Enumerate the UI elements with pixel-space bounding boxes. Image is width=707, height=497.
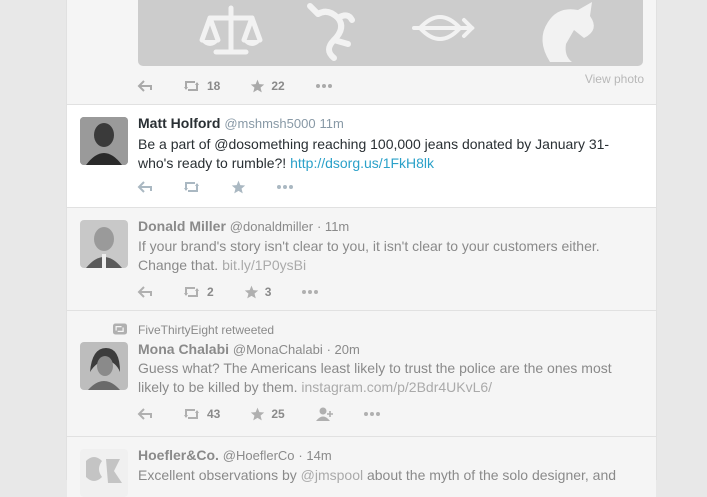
tweet-header: Hoefler&Co. @HoeflerCo · 14m <box>138 447 332 463</box>
retweet-action[interactable]: 18 <box>183 79 220 93</box>
retweet-action[interactable]: 43 <box>183 407 220 421</box>
author-name[interactable]: Mona Chalabi <box>138 341 229 357</box>
retweet-icon <box>184 81 199 91</box>
favorite-action[interactable] <box>231 180 246 194</box>
more-action[interactable] <box>363 411 381 417</box>
retweeted-by[interactable]: FiveThirtyEight retweeted <box>138 323 274 337</box>
retweet-action[interactable]: 2 <box>183 285 214 299</box>
reply-icon <box>137 408 152 420</box>
tweet-mona-chalabi[interactable]: FiveThirtyEight retweeted Mona Chalabi @… <box>67 311 656 437</box>
tweet-photo[interactable] <box>138 0 643 66</box>
more-action[interactable] <box>315 83 333 89</box>
retweet-count: 2 <box>207 285 214 299</box>
tweet-body-end: about the myth of the solo designer, and <box>363 467 617 483</box>
retweet-icon <box>184 409 199 419</box>
reply-action[interactable] <box>137 285 153 299</box>
photo-tweet-actions: 18 22 <box>137 76 363 96</box>
favorite-action[interactable]: 22 <box>250 79 285 93</box>
retweet-icon <box>184 182 199 192</box>
star-icon <box>244 285 258 299</box>
capricorn-icon <box>542 2 594 62</box>
favorite-count: 25 <box>271 407 285 421</box>
tweet-body: If your brand's story isn't clear to you… <box>138 238 600 273</box>
tweet-time[interactable]: · 11m <box>317 219 349 234</box>
tweet-link[interactable]: http://dsorg.us/1FkH8lk <box>290 155 434 171</box>
more-action[interactable] <box>276 184 294 190</box>
tweet-actions: 2 3 <box>137 282 349 302</box>
reply-icon <box>137 286 152 298</box>
author-name[interactable]: Donald Miller <box>138 218 226 234</box>
retweet-count: 18 <box>207 79 221 93</box>
tweet-link[interactable]: instagram.com/p/2Bdr4UKvL6/ <box>301 379 492 395</box>
tweet-actions: 43 25 <box>137 404 411 424</box>
author-name[interactable]: Matt Holford <box>138 115 220 131</box>
author-handle[interactable]: @donaldmiller <box>230 219 313 234</box>
tweet-header: Matt Holford @mshmsh5000 11m <box>138 115 344 131</box>
tweet-text: Guess what? The Americans least likely t… <box>138 359 628 397</box>
more-icon <box>315 84 332 88</box>
tweet-hoefler-co[interactable]: Hoefler&Co. @HoeflerCo · 14m Excellent o… <box>67 437 656 497</box>
star-icon <box>231 180 246 194</box>
tweet-matt-holford[interactable]: Matt Holford @mshmsh5000 11m Be a part o… <box>67 105 656 208</box>
tweet-donald-miller[interactable]: Donald Miller @donaldmiller · 11m If you… <box>67 208 656 311</box>
reply-icon <box>137 181 152 193</box>
author-handle[interactable]: @HoeflerCo <box>223 448 295 463</box>
author-handle[interactable]: @mshmsh5000 <box>224 116 315 131</box>
star-icon <box>251 407 265 421</box>
tweet-text: If your brand's story isn't clear to you… <box>138 237 628 275</box>
timeline-column: 18 22 View photo Matt Holford @mshmsh500… <box>66 0 657 497</box>
more-icon <box>363 412 380 416</box>
reply-action[interactable] <box>137 79 153 93</box>
favorite-count: 22 <box>271 79 285 93</box>
favorite-action[interactable]: 25 <box>250 407 285 421</box>
reply-action[interactable] <box>137 407 153 421</box>
follow-action[interactable] <box>315 407 333 421</box>
view-photo-link[interactable]: View photo <box>585 72 644 86</box>
more-action[interactable] <box>301 289 319 295</box>
avatar[interactable] <box>80 220 128 268</box>
more-icon <box>277 185 293 189</box>
mention-link[interactable]: @jmspool <box>301 467 363 483</box>
reply-icon <box>137 80 152 92</box>
avatar[interactable] <box>80 117 128 165</box>
tweet-time[interactable]: 11m <box>319 116 343 131</box>
avatar[interactable] <box>80 342 128 390</box>
avatar[interactable] <box>80 449 128 497</box>
more-icon <box>302 290 319 294</box>
scorpio-icon <box>307 3 355 61</box>
tweet-actions <box>137 177 324 197</box>
retweet-count: 43 <box>207 407 221 421</box>
reply-action[interactable] <box>137 180 153 194</box>
tweet-header: Donald Miller @donaldmiller · 11m <box>138 218 349 234</box>
sagittarius-icon <box>412 15 475 41</box>
retweet-action[interactable] <box>183 180 201 194</box>
star-icon <box>251 79 265 93</box>
photo-tweet[interactable]: 18 22 View photo <box>67 0 656 105</box>
favorite-action[interactable]: 3 <box>244 285 272 299</box>
zodiac-image <box>199 2 594 62</box>
retweet-context-icon <box>113 323 127 335</box>
tweet-text: Excellent observations by @jmspool about… <box>138 466 628 485</box>
tweet-body-start: Excellent observations by <box>138 467 301 483</box>
retweet-icon <box>184 287 199 297</box>
tweet-header: Mona Chalabi @MonaChalabi · 20m <box>138 341 360 357</box>
tweet-link[interactable]: bit.ly/1P0ysBi <box>222 257 306 273</box>
tweet-time[interactable]: · 20m <box>327 342 360 357</box>
add-user-icon <box>315 407 333 421</box>
author-name[interactable]: Hoefler&Co. <box>138 447 219 463</box>
tweet-time[interactable]: · 14m <box>298 448 331 463</box>
favorite-count: 3 <box>264 285 272 299</box>
author-handle[interactable]: @MonaChalabi <box>233 342 323 357</box>
tweet-text: Be a part of @dosomething reaching 100,0… <box>138 135 628 173</box>
